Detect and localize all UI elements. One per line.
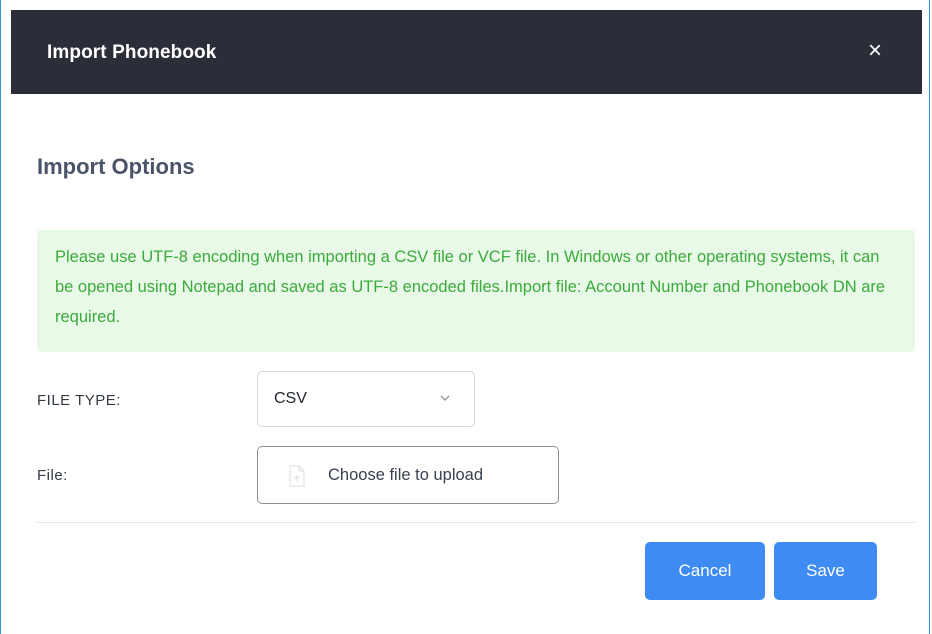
file-upload-icon: [289, 465, 305, 487]
import-phonebook-dialog: Import Phonebook × Import Options Please…: [0, 0, 930, 634]
save-button[interactable]: Save: [774, 542, 877, 600]
section-title: Import Options: [37, 154, 195, 179]
close-icon: ×: [867, 37, 882, 64]
file-type-value: CSV: [274, 390, 307, 407]
file-type-label: FILE TYPE:: [37, 392, 121, 409]
footer-divider: [37, 522, 915, 523]
choose-file-button[interactable]: Choose file to upload: [257, 446, 559, 504]
file-label: File:: [37, 467, 68, 484]
chevron-down-icon: [440, 395, 450, 401]
cancel-button[interactable]: Cancel: [645, 542, 765, 600]
close-button[interactable]: ×: [864, 38, 886, 64]
dialog-title: Import Phonebook: [47, 42, 217, 63]
file-type-select[interactable]: CSV: [257, 371, 475, 427]
upload-label: Choose file to upload: [328, 466, 484, 484]
dialog-header: Import Phonebook ×: [11, 10, 922, 94]
encoding-notice: Please use UTF-8 encoding when importing…: [37, 230, 915, 352]
